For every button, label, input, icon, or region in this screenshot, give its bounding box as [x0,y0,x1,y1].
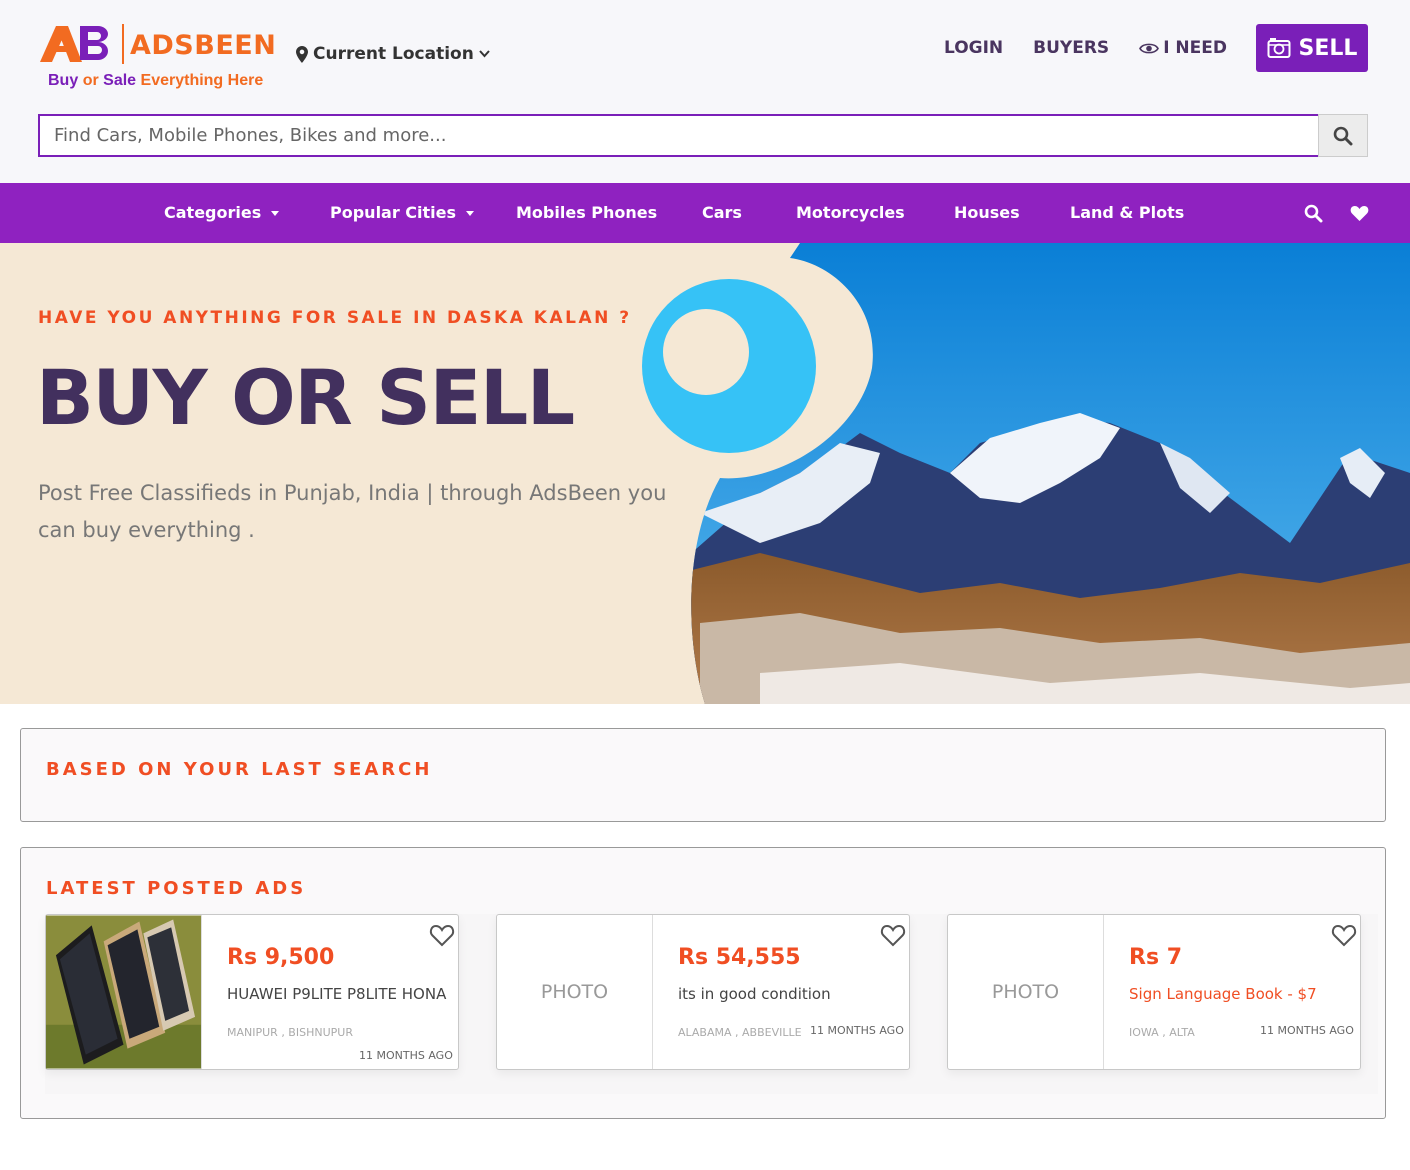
ad-time: 11 MONTHS AGO [810,1024,904,1037]
nav-item-label: Land & Plots [1070,203,1185,222]
nav-search-button[interactable] [1304,183,1323,243]
search-button[interactable] [1318,114,1368,157]
ad-time: 11 MONTHS AGO [1260,1024,1354,1037]
heart-outline-icon[interactable] [880,923,906,947]
nav-item-houses[interactable]: Houses [954,183,1020,243]
caret-down-icon [466,210,475,216]
last-search-section: BASED ON YOUR LAST SEARCH [20,728,1386,822]
heart-icon [1350,205,1369,221]
hero-eyebrow: HAVE YOU ANYTHING FOR SALE IN DASKA KALA… [38,308,632,328]
brand-tagline: Buy or Sale Everything Here [48,72,264,89]
nav-item-label: Mobiles Phones [516,203,658,222]
latest-ads-title: LATEST POSTED ADS [46,878,307,899]
camera-icon [1267,38,1291,58]
eye-icon [1139,43,1160,53]
nav-item-label: Cars [702,203,742,222]
search-icon [1304,204,1323,222]
nav-item-popular-cities[interactable]: Popular Cities [330,183,475,243]
search-bar [38,114,1368,157]
search-input[interactable] [38,114,1318,157]
ad-thumbnail[interactable]: PHOTO [497,915,653,1069]
ad-title[interactable]: HUAWEI P9LITE P8LITE HONA [227,985,446,1003]
nav-item-mobile-phones[interactable]: Mobiles Phones [516,183,657,243]
nav-item-cars[interactable]: Cars [702,183,742,243]
hero-banner: HAVE YOU ANYTHING FOR SALE IN DASKA KALA… [0,243,1410,704]
ad-time: 11 MONTHS AGO [359,1049,453,1062]
top-nav: LOGIN BUYERS I NEED [944,38,1227,58]
nav-favorites-button[interactable] [1350,183,1369,243]
ad-card[interactable]: Rs 9,500 HUAWEI P9LITE P8LITE HONA MANIP… [45,914,459,1070]
nav-item-label: Popular Cities [330,203,457,222]
buyers-link[interactable]: BUYERS [1033,38,1109,58]
ad-card[interactable]: PHOTO Rs 7 Sign Language Book - $7 IOWA … [947,914,1361,1070]
nav-item-motorcycles[interactable]: Motorcycles [796,183,905,243]
heart-outline-icon[interactable] [1331,923,1357,947]
current-location-label: Current Location [313,44,474,64]
sell-button[interactable]: SELL [1256,24,1368,72]
sell-label: SELL [1298,35,1358,61]
chevron-down-icon [479,50,490,58]
ad-title[interactable]: its in good condition [678,985,831,1003]
current-location-selector[interactable]: Current Location [296,44,490,64]
heart-outline-icon[interactable] [429,923,455,947]
site-header: ADSBEEN Buy or Sale Everything Here Curr… [0,0,1410,183]
caret-down-icon [271,210,280,216]
nav-item-land-plots[interactable]: Land & Plots [1070,183,1184,243]
last-search-title: BASED ON YOUR LAST SEARCH [46,759,433,780]
hero-subtitle: Post Free Classifieds in Punjab, India |… [38,481,667,542]
login-link[interactable]: LOGIN [944,38,1003,58]
category-navbar: Categories Popular Cities Mobiles Phones… [0,183,1410,243]
ad-location: MANIPUR , BISHNUPUR [227,1026,353,1039]
ad-card[interactable]: PHOTO Rs 54,555 its in good condition AL… [496,914,910,1070]
photo-placeholder: PHOTO [540,981,609,1003]
i-need-label: I NEED [1163,38,1227,58]
phones-photo-image [46,915,201,1069]
ad-price: Rs 9,500 [227,945,335,970]
ad-thumbnail[interactable]: PHOTO [948,915,1104,1069]
logo-divider [122,24,124,64]
ad-title[interactable]: Sign Language Book - $7 [1129,985,1317,1003]
nav-item-categories[interactable]: Categories [164,183,280,243]
site-logo[interactable]: ADSBEEN Buy or Sale Everything Here [38,22,276,94]
ad-price: Rs 54,555 [678,945,801,970]
ad-thumbnail[interactable] [46,915,202,1069]
ad-location: IOWA , ALTA [1129,1026,1195,1039]
ad-location: ALABAMA , ABBEVILLE [678,1026,802,1039]
nav-item-label: Houses [954,203,1020,222]
nav-item-label: Categories [164,203,262,222]
ad-price: Rs 7 [1129,945,1183,970]
photo-placeholder: PHOTO [991,981,1060,1003]
hero-title: BUY OR SELL [36,353,575,442]
nav-item-label: Motorcycles [796,203,905,222]
map-marker-icon [296,45,308,63]
adsbeen-logo-icon [40,26,108,62]
brand-name: ADSBEEN [130,30,277,61]
i-need-link[interactable]: I NEED [1139,38,1227,58]
search-icon [1333,126,1353,145]
